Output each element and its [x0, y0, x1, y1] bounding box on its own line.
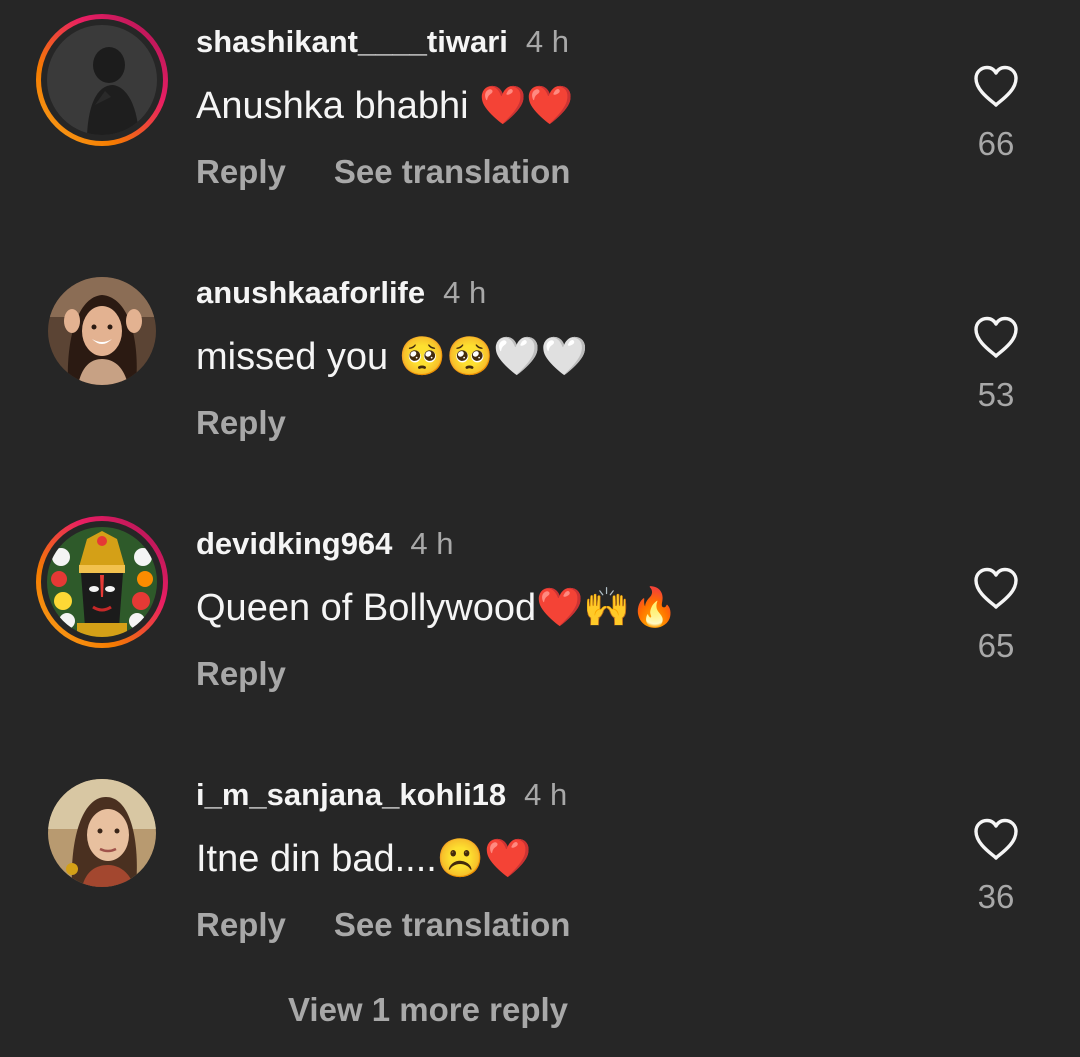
timestamp: 4 h	[525, 24, 569, 59]
username[interactable]: i_m_sanjana_kohli18	[196, 777, 506, 812]
reply-button[interactable]: Reply	[196, 153, 286, 190]
reply-button[interactable]: Reply	[196, 906, 286, 943]
avatar-image	[48, 277, 156, 385]
like-button[interactable]: 66	[966, 64, 1026, 174]
username[interactable]: devidking964	[196, 526, 392, 561]
comment-header: devidking964 4 h	[196, 526, 454, 562]
heart-outline-icon[interactable]	[972, 817, 1020, 861]
comment-text: Queen of Bollywood❤️🙌🔥	[196, 587, 679, 629]
avatar-image	[47, 527, 157, 637]
timestamp: 4 h	[524, 777, 568, 812]
timestamp: 4 h	[443, 275, 487, 310]
heart-outline-icon[interactable]	[972, 566, 1020, 610]
avatar[interactable]	[47, 527, 157, 637]
comment-item: shashikant____tiwari 4 h Anushka bhabhi ❤…	[0, 0, 1080, 251]
like-count: 65	[977, 627, 1015, 664]
avatar-story-ring[interactable]	[36, 14, 168, 146]
reply-button[interactable]: Reply	[196, 655, 286, 692]
username[interactable]: shashikant____tiwari	[196, 24, 508, 59]
comment-header: i_m_sanjana_kohli18 4 h	[196, 777, 567, 813]
comment-actions: Reply See translation	[196, 905, 570, 945]
see-translation-button[interactable]: See translation	[334, 906, 571, 943]
timestamp: 4 h	[410, 526, 454, 561]
view-more-replies-button[interactable]: View 1 more reply	[288, 990, 568, 1030]
like-button[interactable]: 53	[966, 315, 1026, 425]
avatar-image	[47, 25, 157, 135]
comment-item: anushkaaforlife 4 h missed you 🥺🥺🤍🤍 Reply…	[0, 251, 1080, 502]
username[interactable]: anushkaaforlife	[196, 275, 425, 310]
like-count: 66	[977, 125, 1015, 162]
avatar[interactable]	[48, 277, 156, 385]
like-count: 36	[977, 878, 1015, 915]
avatar-story-ring[interactable]	[36, 516, 168, 648]
comment-actions: Reply	[196, 654, 286, 694]
avatar[interactable]	[47, 25, 157, 135]
avatar-container[interactable]	[36, 265, 168, 397]
comment-item: devidking964 4 h Queen of Bollywood❤️🙌🔥 R…	[0, 502, 1080, 753]
reply-button[interactable]: Reply	[196, 404, 286, 441]
comment-header: shashikant____tiwari 4 h	[196, 24, 569, 60]
like-button[interactable]: 36	[966, 817, 1026, 927]
comment-text: missed you 🥺🥺🤍🤍	[196, 336, 589, 378]
heart-outline-icon[interactable]	[972, 315, 1020, 359]
avatar[interactable]	[48, 779, 156, 887]
comment-header: anushkaaforlife 4 h	[196, 275, 486, 311]
like-count: 53	[977, 376, 1015, 413]
like-button[interactable]: 65	[966, 566, 1026, 676]
comment-text: Anushka bhabhi ❤️❤️	[196, 85, 574, 127]
comment-item: i_m_sanjana_kohli18 4 h Itne din bad....☹…	[0, 753, 1080, 1004]
comment-actions: Reply	[196, 403, 286, 443]
comment-text: Itne din bad....☹️❤️	[196, 838, 532, 880]
comment-actions: Reply See translation	[196, 152, 570, 192]
heart-outline-icon[interactable]	[972, 64, 1020, 108]
avatar-image	[48, 779, 156, 887]
avatar-container[interactable]	[36, 767, 168, 899]
see-translation-button[interactable]: See translation	[334, 153, 571, 190]
